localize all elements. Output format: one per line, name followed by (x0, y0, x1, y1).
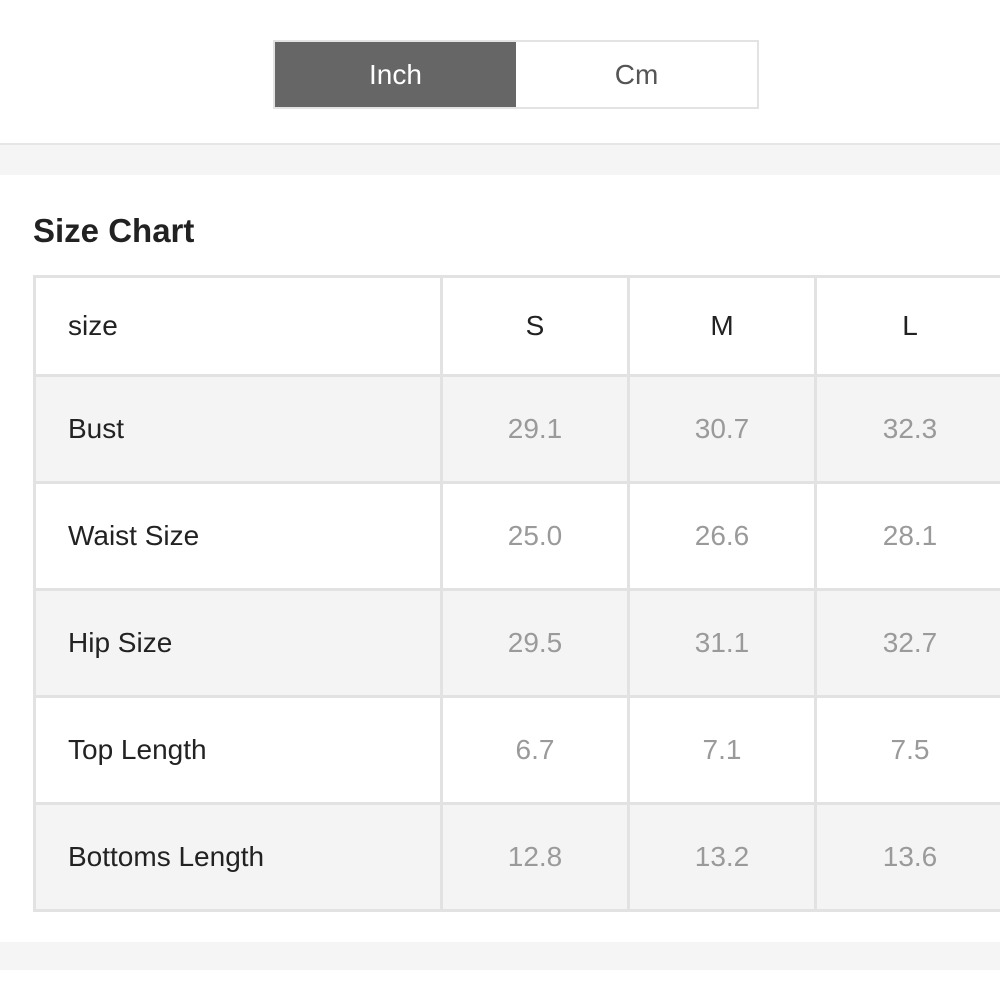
table-row: Waist Size 25.0 26.6 28.1 (33, 481, 1000, 591)
size-chart-page: Inch Cm Size Chart size S M L Bust 29.1 … (0, 0, 1000, 1000)
page-title: Size Chart (33, 212, 195, 249)
table-cell: 13.2 (627, 802, 817, 912)
table-cell: 29.1 (440, 374, 630, 484)
table-row: Bottoms Length 12.8 13.2 13.6 (33, 802, 1000, 912)
row-label: Hip Size (33, 588, 443, 698)
section-divider (0, 143, 1000, 175)
size-table: size S M L Bust 29.1 30.7 32.3 Waist Siz… (33, 275, 1000, 912)
table-cell: 28.1 (814, 481, 1000, 591)
row-label: Waist Size (33, 481, 443, 591)
unit-inch-button[interactable]: Inch (275, 42, 516, 107)
table-cell: 26.6 (627, 481, 817, 591)
table-cell: 32.7 (814, 588, 1000, 698)
row-label: Bust (33, 374, 443, 484)
table-cell: 29.5 (440, 588, 630, 698)
column-header-l: L (814, 275, 1000, 377)
table-row: Hip Size 29.5 31.1 32.7 (33, 588, 1000, 698)
table-row: Bust 29.1 30.7 32.3 (33, 374, 1000, 484)
column-header-s: S (440, 275, 630, 377)
table-row: Top Length 6.7 7.1 7.5 (33, 695, 1000, 805)
column-header: size (33, 275, 443, 377)
table-cell: 32.3 (814, 374, 1000, 484)
section-divider (0, 942, 1000, 970)
table-cell: 30.7 (627, 374, 817, 484)
table-cell: 6.7 (440, 695, 630, 805)
table-cell: 31.1 (627, 588, 817, 698)
row-label: Top Length (33, 695, 443, 805)
table-cell: 7.5 (814, 695, 1000, 805)
table-header-row: size S M L (33, 275, 1000, 377)
table-cell: 25.0 (440, 481, 630, 591)
unit-toggle: Inch Cm (273, 40, 759, 109)
table-cell: 12.8 (440, 802, 630, 912)
unit-cm-button[interactable]: Cm (516, 42, 757, 107)
column-header-m: M (627, 275, 817, 377)
row-label: Bottoms Length (33, 802, 443, 912)
table-cell: 7.1 (627, 695, 817, 805)
table-cell: 13.6 (814, 802, 1000, 912)
